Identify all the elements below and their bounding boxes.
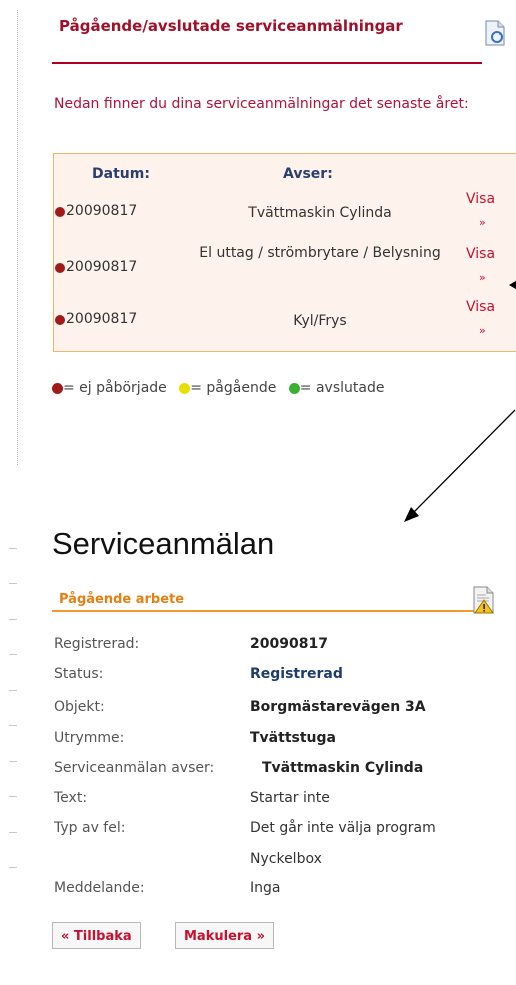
field-label: Objekt: bbox=[54, 699, 105, 715]
field-value: Det går inte välja program bbox=[250, 820, 436, 836]
field-value: Tvättstuga bbox=[250, 730, 336, 746]
margin-tick bbox=[9, 796, 17, 797]
row-avser: Tvättmaskin Cylinda bbox=[248, 205, 392, 221]
column-header-avser: Avser: bbox=[283, 166, 333, 182]
visa-arrow[interactable]: » bbox=[479, 324, 486, 337]
status-dot bbox=[55, 263, 65, 273]
row-date: 20090817 bbox=[66, 203, 138, 219]
margin-tick bbox=[9, 654, 17, 655]
section-title: Pågående arbete bbox=[59, 592, 185, 607]
field-value: Tvättmaskin Cylinda bbox=[262, 760, 424, 776]
margin-tick bbox=[9, 867, 17, 868]
status-dot bbox=[55, 207, 65, 217]
section-divider bbox=[52, 610, 484, 612]
status-legend: = ej påbörjade = pågående = avslutade bbox=[52, 380, 384, 396]
margin-tick bbox=[9, 690, 17, 691]
left-dotted-divider bbox=[17, 10, 18, 465]
document-warning-icon bbox=[473, 586, 494, 614]
document-refresh-icon bbox=[485, 20, 505, 46]
field-value-status: Registrerad bbox=[250, 666, 343, 682]
field-value: Startar inte bbox=[250, 790, 330, 806]
row-date: 20090817 bbox=[66, 259, 138, 275]
row-avser: Kyl/Frys bbox=[293, 313, 347, 329]
legend-dot-red bbox=[52, 382, 63, 394]
field-label: Text: bbox=[54, 790, 88, 806]
margin-tick bbox=[9, 761, 17, 762]
field-value: Borgmästarevägen 3A bbox=[250, 699, 426, 715]
field-label: Meddelande: bbox=[54, 880, 145, 896]
annotation-arrow bbox=[404, 280, 516, 522]
field-value: 20090817 bbox=[250, 636, 328, 652]
margin-tick bbox=[9, 548, 17, 549]
row-date: 20090817 bbox=[66, 311, 138, 327]
back-button[interactable]: « Tillbaka bbox=[52, 922, 141, 949]
page-title: Serviceanmälan bbox=[52, 526, 275, 561]
legend-dot-green bbox=[288, 382, 300, 394]
margin-tick bbox=[9, 832, 17, 833]
visa-link[interactable]: Visa bbox=[466, 191, 495, 207]
field-value: Inga bbox=[250, 880, 281, 896]
field-label: Typ av fel: bbox=[54, 820, 126, 836]
list-title: Pågående/avslutade serviceanmälningar bbox=[59, 17, 403, 35]
visa-arrow[interactable]: » bbox=[479, 216, 486, 229]
column-header-date: Datum: bbox=[92, 166, 150, 182]
title-divider bbox=[52, 62, 482, 64]
field-label: Utrymme: bbox=[54, 730, 125, 746]
margin-tick bbox=[9, 619, 17, 620]
legend-label: = avslutade bbox=[299, 380, 385, 396]
field-label: Registrerad: bbox=[54, 636, 140, 652]
intro-text: Nedan finner du dina serviceanmälningar … bbox=[54, 96, 469, 112]
visa-arrow[interactable]: » bbox=[479, 271, 486, 284]
visa-link[interactable]: Visa bbox=[466, 299, 495, 315]
legend-label: = ej påbörjade bbox=[63, 380, 167, 396]
margin-tick bbox=[9, 583, 17, 584]
cancel-report-button[interactable]: Makulera » bbox=[175, 922, 274, 949]
status-dot bbox=[55, 315, 65, 325]
legend-label: = pågående bbox=[190, 380, 277, 396]
field-label: Status: bbox=[54, 666, 104, 682]
margin-tick bbox=[9, 725, 17, 726]
field-value: Nyckelbox bbox=[250, 851, 322, 867]
field-label: Serviceanmälan avser: bbox=[54, 760, 215, 776]
visa-link[interactable]: Visa bbox=[466, 246, 495, 262]
row-avser: El uttag / strömbrytare / Belysning bbox=[199, 245, 441, 261]
legend-dot-yellow bbox=[179, 382, 191, 394]
